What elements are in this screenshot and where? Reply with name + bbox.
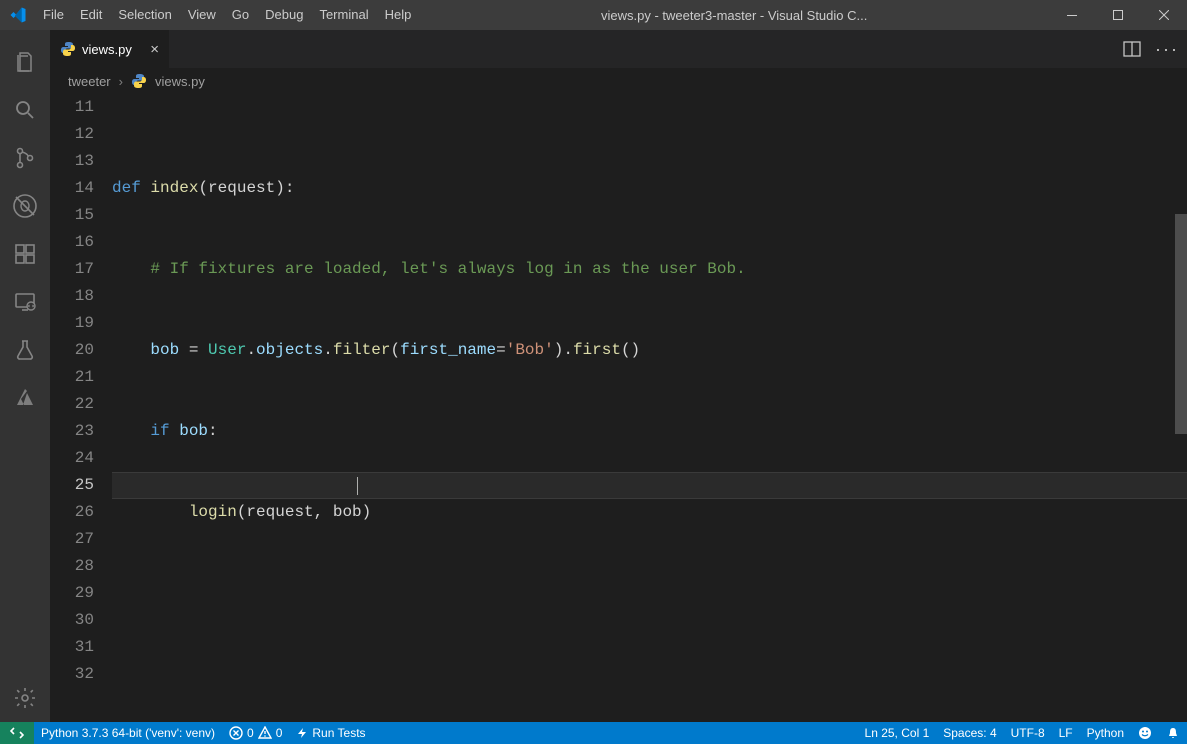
- current-line-highlight: [112, 472, 1187, 499]
- explorer-icon[interactable]: [0, 38, 50, 86]
- title-bar: File Edit Selection View Go Debug Termin…: [0, 0, 1187, 30]
- vertical-scrollbar[interactable]: [1175, 94, 1187, 722]
- python-file-icon: [60, 41, 76, 57]
- menu-edit[interactable]: Edit: [72, 0, 110, 30]
- status-python-env[interactable]: Python 3.7.3 64-bit ('venv': venv): [34, 722, 222, 744]
- menu-terminal[interactable]: Terminal: [311, 0, 376, 30]
- split-editor-icon[interactable]: [1123, 40, 1141, 58]
- azure-icon[interactable]: [0, 374, 50, 422]
- remote-explorer-icon[interactable]: [0, 278, 50, 326]
- status-problems[interactable]: 0 0: [222, 722, 289, 744]
- search-icon[interactable]: [0, 86, 50, 134]
- status-feedback-icon[interactable]: [1131, 722, 1159, 744]
- menu-go[interactable]: Go: [224, 0, 257, 30]
- window-controls: [1049, 0, 1187, 30]
- line-number-gutter: 1112131415161718192021222324252627282930…: [50, 94, 112, 722]
- close-tab-icon[interactable]: ×: [150, 41, 159, 58]
- extensions-icon[interactable]: [0, 230, 50, 278]
- menu-file[interactable]: File: [35, 0, 72, 30]
- tab-views-py[interactable]: views.py ×: [50, 30, 170, 68]
- breadcrumbs[interactable]: tweeter › views.py: [50, 68, 1187, 94]
- status-eol[interactable]: LF: [1052, 722, 1080, 744]
- test-icon[interactable]: [0, 326, 50, 374]
- code-content[interactable]: def index(request): # If fixtures are lo…: [112, 94, 1187, 722]
- text-cursor: [357, 477, 358, 495]
- tabs-bar: views.py × ···: [50, 30, 1187, 68]
- menu-bar: File Edit Selection View Go Debug Termin…: [35, 0, 419, 30]
- scrollbar-thumb[interactable]: [1175, 214, 1187, 434]
- status-encoding[interactable]: UTF-8: [1004, 722, 1052, 744]
- activity-bar: [0, 30, 50, 722]
- status-language[interactable]: Python: [1080, 722, 1131, 744]
- chevron-right-icon: ›: [119, 74, 123, 89]
- source-control-icon[interactable]: [0, 134, 50, 182]
- status-bell-icon[interactable]: [1159, 722, 1187, 744]
- breadcrumb-file[interactable]: views.py: [155, 74, 205, 89]
- editor-area: views.py × ··· tweeter › views.py 111213…: [50, 30, 1187, 722]
- maximize-button[interactable]: [1095, 0, 1141, 30]
- code-editor[interactable]: 1112131415161718192021222324252627282930…: [50, 94, 1187, 722]
- window-title: views.py - tweeter3-master - Visual Stud…: [419, 8, 1049, 23]
- status-ln-col[interactable]: Ln 25, Col 1: [858, 722, 937, 744]
- menu-help[interactable]: Help: [377, 0, 420, 30]
- debug-icon[interactable]: [0, 182, 50, 230]
- remote-indicator[interactable]: [0, 722, 34, 744]
- tab-label: views.py: [82, 42, 132, 57]
- settings-gear-icon[interactable]: [0, 674, 50, 722]
- close-button[interactable]: [1141, 0, 1187, 30]
- vscode-logo-icon: [0, 6, 35, 24]
- menu-view[interactable]: View: [180, 0, 224, 30]
- python-file-icon: [131, 73, 147, 89]
- more-actions-icon[interactable]: ···: [1155, 39, 1179, 60]
- menu-selection[interactable]: Selection: [110, 0, 179, 30]
- status-run-tests[interactable]: Run Tests: [289, 722, 372, 744]
- minimize-button[interactable]: [1049, 0, 1095, 30]
- status-bar: Python 3.7.3 64-bit ('venv': venv) 0 0 R…: [0, 722, 1187, 744]
- breadcrumb-folder[interactable]: tweeter: [68, 74, 111, 89]
- menu-debug[interactable]: Debug: [257, 0, 311, 30]
- status-spaces[interactable]: Spaces: 4: [936, 722, 1003, 744]
